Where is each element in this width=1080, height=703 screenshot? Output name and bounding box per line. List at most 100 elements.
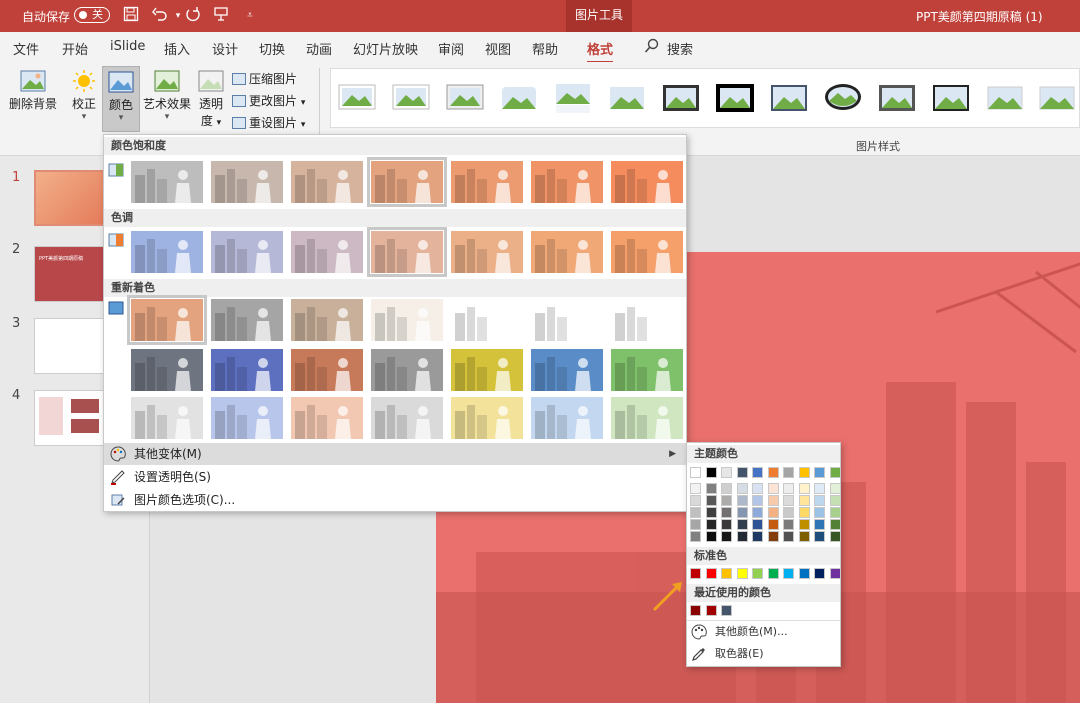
theme-shade-swatch[interactable] bbox=[736, 531, 748, 542]
tab-slideshow[interactable]: 幻灯片放映 bbox=[353, 39, 418, 58]
picture-style-thumb[interactable] bbox=[1037, 81, 1077, 115]
tab-home[interactable]: 开始 bbox=[62, 39, 88, 58]
theme-shade-swatch[interactable] bbox=[690, 495, 701, 506]
tab-format[interactable]: 格式 bbox=[587, 39, 614, 64]
reset-picture-button[interactable]: 重设图片 ▾ bbox=[232, 114, 305, 131]
theme-shade-swatch[interactable] bbox=[736, 495, 748, 506]
recolor-variant[interactable] bbox=[451, 397, 523, 439]
theme-shade-swatch[interactable] bbox=[767, 483, 779, 494]
theme-color-swatch[interactable] bbox=[767, 467, 779, 478]
recolor-variant[interactable] bbox=[611, 397, 683, 439]
theme-shade-swatch[interactable] bbox=[798, 531, 810, 542]
tone-variant[interactable] bbox=[211, 231, 283, 273]
theme-shade-swatch[interactable] bbox=[705, 495, 717, 506]
theme-shade-swatch[interactable] bbox=[690, 519, 701, 530]
tab-insert[interactable]: 插入 bbox=[164, 39, 190, 58]
theme-shade-swatch[interactable] bbox=[721, 519, 732, 530]
recolor-variant[interactable] bbox=[451, 349, 523, 391]
tab-design[interactable]: 设计 bbox=[212, 39, 238, 58]
theme-shade-swatch[interactable] bbox=[690, 483, 701, 494]
theme-color-swatch[interactable] bbox=[829, 467, 841, 478]
theme-shade-swatch[interactable] bbox=[690, 531, 701, 542]
theme-shade-swatch[interactable] bbox=[783, 507, 794, 518]
remove-background-button[interactable]: 删除背景 bbox=[4, 66, 62, 132]
search-icon[interactable] bbox=[644, 38, 660, 54]
tab-view[interactable]: 视图 bbox=[485, 39, 511, 58]
theme-shade-swatch[interactable] bbox=[752, 495, 763, 506]
standard-color-swatch[interactable] bbox=[705, 568, 717, 579]
recolor-variant[interactable] bbox=[531, 349, 603, 391]
theme-color-swatch[interactable] bbox=[721, 467, 732, 478]
recolor-variant[interactable] bbox=[611, 299, 683, 341]
picture-style-thumb[interactable] bbox=[877, 81, 917, 115]
autosave-toggle[interactable]: 关 bbox=[74, 7, 110, 23]
more-colors-item[interactable]: 其他颜色(M)... bbox=[687, 620, 840, 642]
theme-color-swatch[interactable] bbox=[736, 467, 748, 478]
tone-variant[interactable] bbox=[611, 231, 683, 273]
theme-shade-swatch[interactable] bbox=[783, 531, 794, 542]
standard-color-swatch[interactable] bbox=[736, 568, 748, 579]
artistic-effects-button[interactable]: 艺术效果 ▾ bbox=[142, 66, 192, 132]
theme-shade-swatch[interactable] bbox=[829, 495, 841, 506]
standard-color-swatch[interactable] bbox=[721, 568, 732, 579]
theme-shade-swatch[interactable] bbox=[705, 519, 717, 530]
theme-shade-swatch[interactable] bbox=[798, 495, 810, 506]
theme-shade-swatch[interactable] bbox=[829, 519, 841, 530]
customize-icon[interactable]: ⩡ bbox=[240, 6, 260, 26]
theme-color-swatch[interactable] bbox=[814, 467, 825, 478]
standard-color-swatch[interactable] bbox=[690, 568, 701, 579]
standard-color-swatch[interactable] bbox=[783, 568, 794, 579]
theme-shade-swatch[interactable] bbox=[705, 507, 717, 518]
redo-icon[interactable] bbox=[183, 6, 203, 26]
change-picture-button[interactable]: 更改图片 ▾ bbox=[232, 92, 305, 109]
saturation-variant[interactable] bbox=[611, 161, 683, 203]
standard-color-swatch[interactable] bbox=[752, 568, 763, 579]
recolor-variant[interactable] bbox=[127, 295, 207, 345]
theme-shade-swatch[interactable] bbox=[798, 519, 810, 530]
saturation-variant[interactable] bbox=[367, 157, 447, 207]
tab-islide[interactable]: iSlide bbox=[110, 39, 145, 54]
theme-shade-swatch[interactable] bbox=[814, 507, 825, 518]
picture-style-thumb[interactable] bbox=[337, 81, 377, 115]
theme-shade-swatch[interactable] bbox=[829, 507, 841, 518]
tone-variant[interactable] bbox=[367, 227, 447, 277]
recolor-variant[interactable] bbox=[211, 299, 283, 341]
theme-color-swatch[interactable] bbox=[705, 467, 717, 478]
recolor-variant[interactable] bbox=[611, 349, 683, 391]
undo-icon[interactable] bbox=[150, 6, 170, 26]
eyedropper-item[interactable]: 取色器(E) bbox=[687, 643, 840, 665]
tab-animations[interactable]: 动画 bbox=[306, 39, 332, 58]
theme-color-swatch[interactable] bbox=[690, 467, 701, 478]
theme-shade-swatch[interactable] bbox=[690, 507, 701, 518]
recolor-variant[interactable] bbox=[371, 299, 443, 341]
standard-color-swatch[interactable] bbox=[829, 568, 841, 579]
tab-help[interactable]: 帮助 bbox=[532, 39, 558, 58]
picture-style-thumb[interactable] bbox=[769, 81, 809, 115]
recolor-variant[interactable] bbox=[531, 397, 603, 439]
search-label[interactable]: 搜索 bbox=[667, 39, 693, 58]
present-icon[interactable] bbox=[211, 6, 231, 26]
tone-variant[interactable] bbox=[131, 231, 203, 273]
tab-review[interactable]: 审阅 bbox=[438, 39, 464, 58]
recolor-variant[interactable] bbox=[371, 349, 443, 391]
theme-shade-swatch[interactable] bbox=[829, 531, 841, 542]
theme-shade-swatch[interactable] bbox=[829, 483, 841, 494]
theme-shade-swatch[interactable] bbox=[752, 531, 763, 542]
picture-style-thumb[interactable] bbox=[715, 81, 755, 115]
theme-shade-swatch[interactable] bbox=[814, 495, 825, 506]
theme-shade-swatch[interactable] bbox=[783, 483, 794, 494]
standard-color-swatch[interactable] bbox=[767, 568, 779, 579]
saturation-variant[interactable] bbox=[131, 161, 203, 203]
theme-shade-swatch[interactable] bbox=[721, 495, 732, 506]
theme-shade-swatch[interactable] bbox=[705, 531, 717, 542]
more-variations-item[interactable]: 其他变体(M) ▶ bbox=[104, 443, 686, 465]
set-transparent-color-item[interactable]: 设置透明色(S) bbox=[104, 466, 686, 488]
theme-shade-swatch[interactable] bbox=[767, 495, 779, 506]
theme-shade-swatch[interactable] bbox=[767, 531, 779, 542]
color-button[interactable]: 颜色 ▾ bbox=[102, 66, 140, 132]
picture-style-thumb[interactable] bbox=[931, 81, 971, 115]
standard-color-swatch[interactable] bbox=[814, 568, 825, 579]
theme-shade-swatch[interactable] bbox=[798, 483, 810, 494]
theme-color-swatch[interactable] bbox=[783, 467, 794, 478]
recolor-variant[interactable] bbox=[211, 397, 283, 439]
